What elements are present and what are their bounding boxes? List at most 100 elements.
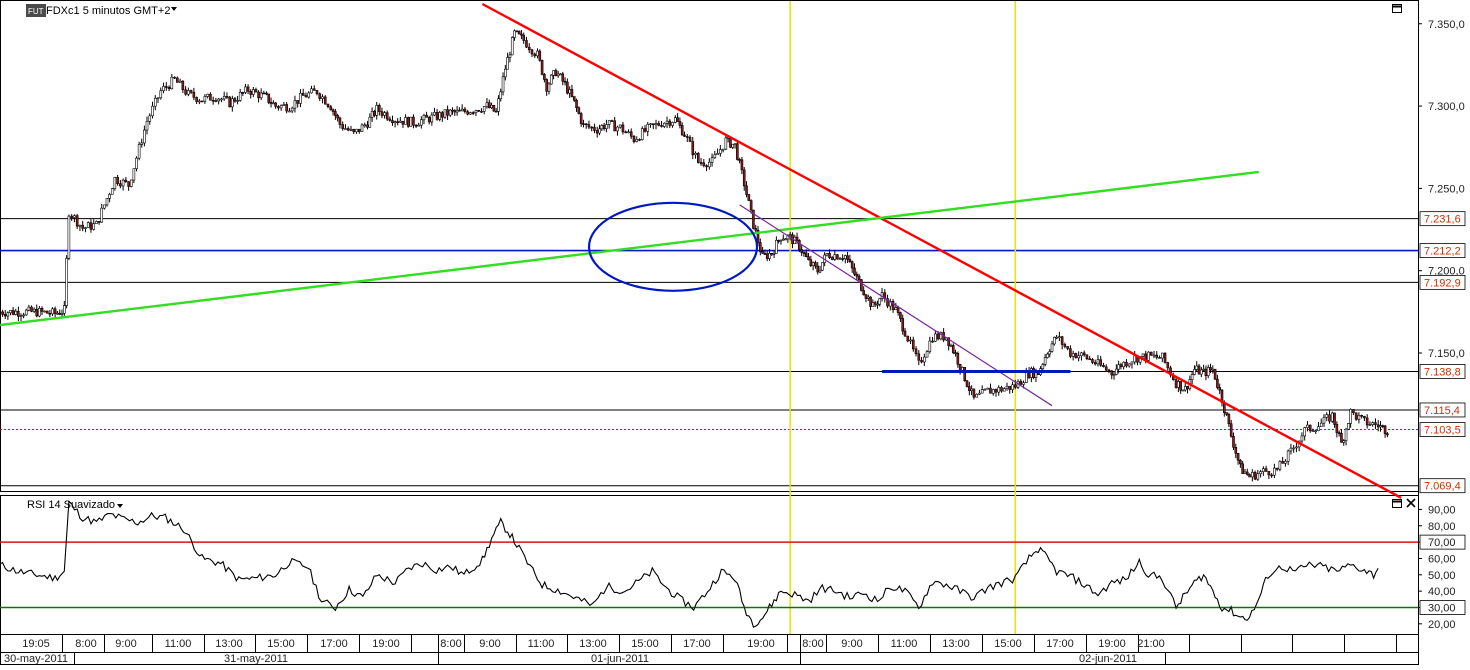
candle-body xyxy=(220,98,223,101)
candle-body xyxy=(81,224,84,229)
candle-body xyxy=(688,137,692,142)
y-tick-label: 7.250,0 xyxy=(1428,183,1465,195)
rsi-panel-frame xyxy=(0,495,1419,635)
candle-body xyxy=(267,93,271,103)
candle-body xyxy=(214,100,218,102)
x-time-label: 15:00 xyxy=(994,638,1022,650)
candle-body xyxy=(997,387,1001,393)
rsi-title[interactable]: RSI 14 Suavizado xyxy=(27,499,115,511)
candle-body xyxy=(1218,387,1222,391)
x-time-label: 9:00 xyxy=(841,638,862,650)
candle-body xyxy=(1232,436,1235,448)
candle-body xyxy=(814,262,817,267)
candle-body xyxy=(290,107,294,112)
candle-body xyxy=(1227,414,1231,425)
candle-body xyxy=(543,74,546,80)
candle-body xyxy=(1243,471,1247,474)
candle-body xyxy=(917,353,921,361)
candle-body xyxy=(598,128,601,134)
candle-body xyxy=(1195,365,1199,370)
candle-body xyxy=(909,339,912,342)
candle-body xyxy=(1314,430,1318,432)
candle-body xyxy=(1317,426,1320,431)
candle-body xyxy=(257,91,260,99)
rsi-y-tick-label: 50,00 xyxy=(1428,570,1456,582)
candle-body xyxy=(506,57,509,70)
maximize-icon[interactable] xyxy=(1392,4,1402,13)
candle-body xyxy=(211,99,215,102)
candle-body xyxy=(1200,369,1203,375)
candle-body xyxy=(135,157,138,169)
candle-body xyxy=(920,359,923,363)
candle-body xyxy=(1063,344,1067,347)
candle-body xyxy=(1281,461,1284,464)
candle-body xyxy=(1127,363,1131,367)
candle-body xyxy=(1183,386,1187,391)
candle-body xyxy=(433,111,436,116)
candle-body xyxy=(605,124,608,129)
candle-body xyxy=(195,97,198,102)
candle-body xyxy=(846,255,849,260)
candle-body xyxy=(285,104,288,112)
candle-body xyxy=(471,112,475,114)
candle-body xyxy=(618,124,622,128)
candle-body xyxy=(176,77,179,83)
candle-body xyxy=(804,252,808,258)
candle-body xyxy=(148,115,152,122)
x-date-label: 02-jun-2011 xyxy=(1079,653,1137,665)
candle-body xyxy=(420,119,423,126)
candle-body xyxy=(640,128,644,141)
candle-body xyxy=(1193,369,1196,375)
candle-body xyxy=(716,153,719,156)
candle-body xyxy=(1354,412,1358,420)
price-panel-frame xyxy=(0,0,1419,492)
candle-body xyxy=(127,181,130,187)
candle-body xyxy=(968,386,971,391)
candle-body xyxy=(1066,346,1069,349)
level-label: 7.192,9 xyxy=(1424,277,1461,289)
y-tick-label: 7.300,0 xyxy=(1428,101,1465,113)
candle-body xyxy=(1112,374,1116,376)
candle-body xyxy=(501,76,505,93)
candle-body xyxy=(363,124,367,127)
candle-body xyxy=(45,310,49,314)
candle-body xyxy=(1335,424,1339,433)
candle-body xyxy=(482,106,486,112)
candle-body xyxy=(508,54,512,58)
candle-body xyxy=(346,128,350,131)
candle-body xyxy=(448,109,452,116)
candle-body xyxy=(1204,368,1208,376)
candle-body xyxy=(497,98,500,112)
candle-body xyxy=(733,143,737,145)
candle-body xyxy=(972,388,976,398)
candle-body xyxy=(116,176,119,184)
candle-body xyxy=(399,120,402,123)
candle-body xyxy=(11,309,15,315)
candle-body xyxy=(561,73,565,82)
candle-body xyxy=(1234,446,1238,454)
candle-body xyxy=(914,348,918,355)
candle-body xyxy=(515,30,519,33)
candle-body xyxy=(986,387,990,390)
maximize-icon[interactable] xyxy=(1392,499,1402,508)
candle-body xyxy=(357,128,361,132)
instrument-title[interactable]: FDXc1 5 minutos GMT+2 xyxy=(46,5,170,17)
candle-body xyxy=(1213,368,1217,380)
candle-body xyxy=(1179,381,1182,391)
x-date-label: 31-may-2011 xyxy=(224,653,288,665)
candle-body xyxy=(84,227,87,229)
candle-body xyxy=(315,90,319,95)
x-date-label: 01-jun-2011 xyxy=(591,653,649,665)
candle-body xyxy=(119,183,122,187)
candle-body xyxy=(554,70,558,77)
candle-body xyxy=(651,123,655,126)
candle-body xyxy=(73,215,76,218)
candle-body xyxy=(563,80,567,83)
candle-body xyxy=(265,92,268,95)
candle-body xyxy=(1019,381,1023,385)
candle-body xyxy=(1093,362,1097,365)
candle-body xyxy=(958,363,962,371)
candle-body xyxy=(1152,354,1156,357)
candle-body xyxy=(841,258,844,260)
candle-body xyxy=(1262,468,1265,472)
